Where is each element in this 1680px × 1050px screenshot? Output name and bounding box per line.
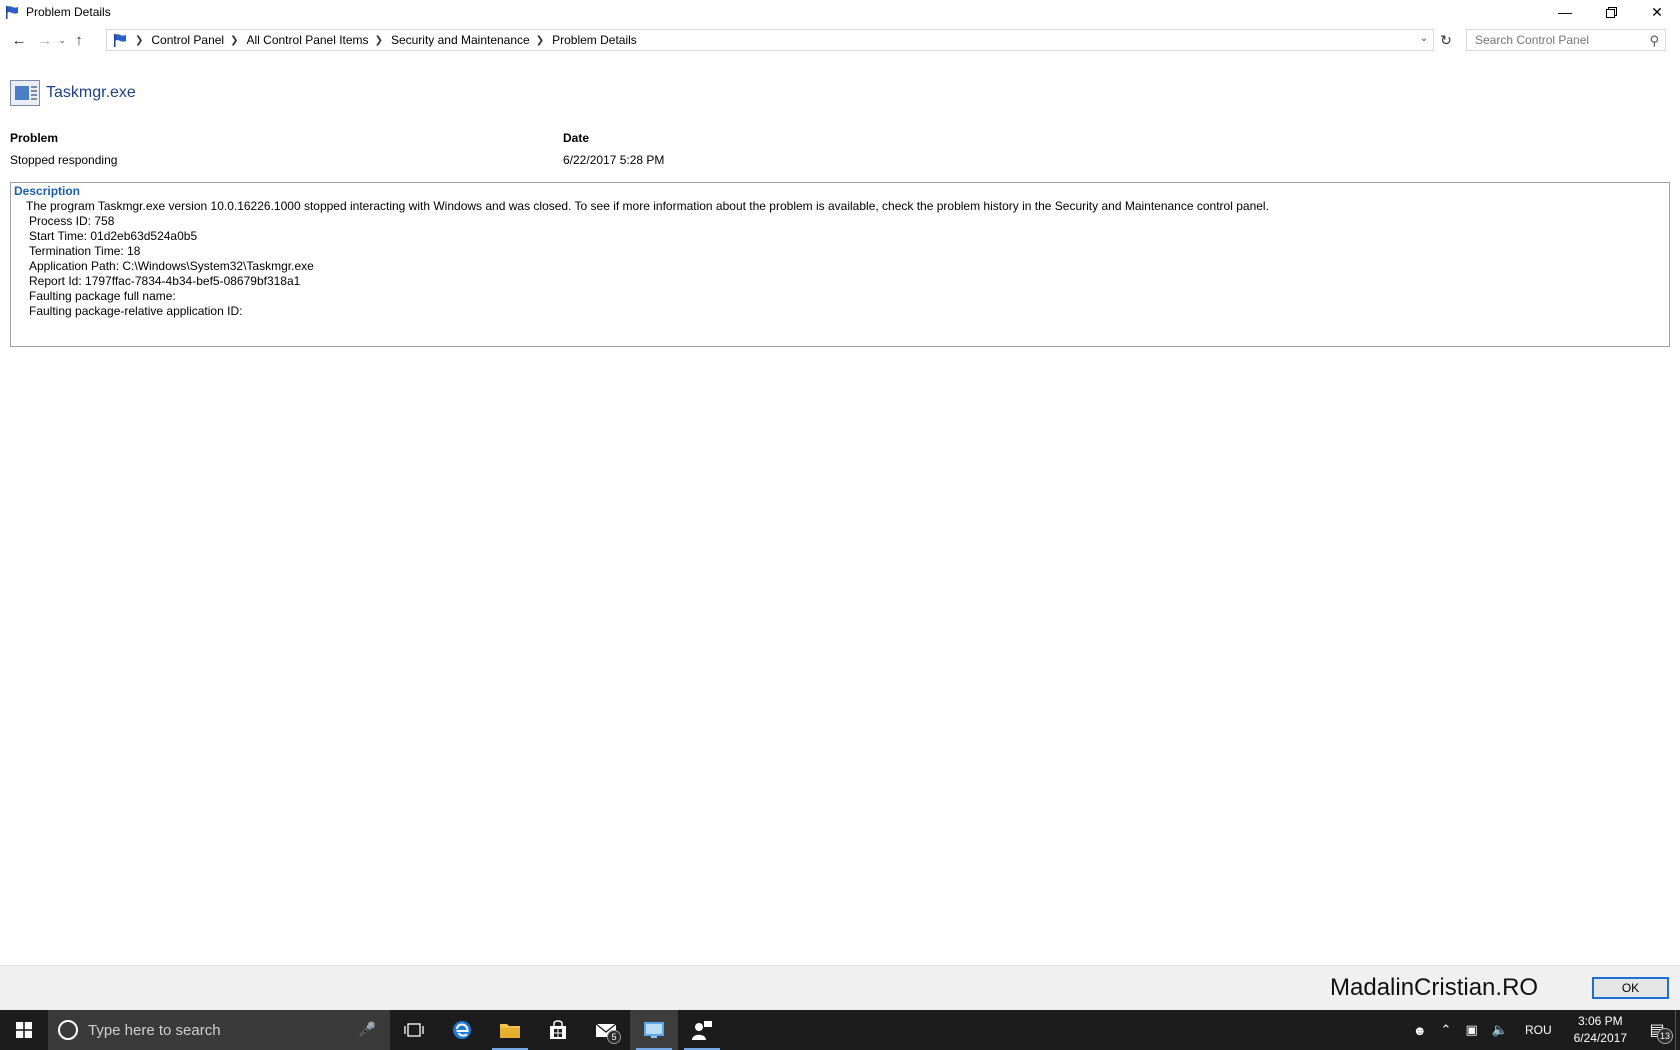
search-input[interactable]	[1475, 33, 1645, 47]
address-bar[interactable]: ❯ Control Panel ❯ All Control Panel Item…	[106, 29, 1434, 51]
detail-termination-time: Termination Time: 18	[29, 244, 141, 258]
address-dropdown-button[interactable]: ⌄	[1417, 33, 1431, 44]
application-icon	[10, 80, 40, 106]
window-controls: — ✕	[1542, 0, 1680, 24]
input-language[interactable]: ROU	[1525, 1023, 1552, 1037]
chevron-down-icon: ⌄	[58, 34, 66, 45]
dialog-footer: MadalinCristian.RO OK	[0, 965, 1680, 1010]
control-panel-button[interactable]	[630, 1010, 678, 1050]
watermark-text: MadalinCristian.RO	[1330, 974, 1539, 1001]
cortana-icon	[58, 1020, 78, 1040]
action-center-button[interactable]: ▤ 13	[1639, 1010, 1675, 1050]
control-panel-icon	[644, 1022, 664, 1038]
restore-button[interactable]	[1588, 0, 1634, 24]
description-summary: The program Taskmgr.exe version 10.0.162…	[26, 199, 1269, 213]
clock-time: 3:06 PM	[1577, 1014, 1623, 1028]
forward-button[interactable]: →	[34, 29, 56, 51]
taskbar-search[interactable]: Type here to search 🎤	[48, 1010, 390, 1050]
chevron-right-icon[interactable]: ❯	[536, 35, 544, 46]
description-title: Description	[14, 184, 81, 198]
title-bar: Problem Details — ✕	[0, 0, 1680, 24]
close-icon: ✕	[1651, 3, 1663, 20]
system-tray: ☻ ⌃ ▣ 🔈 ROU 3:06 PM 6/24/2017 ▤ 13	[1406, 1010, 1680, 1050]
minimize-button[interactable]: —	[1542, 0, 1588, 24]
detail-package-full-name: Faulting package full name:	[29, 289, 176, 303]
chevron-down-icon: ⌄	[1419, 33, 1429, 44]
show-desktop-button[interactable]	[1675, 1010, 1680, 1050]
store-bag-icon	[550, 1020, 566, 1039]
mail-badge: 5	[607, 1030, 621, 1044]
edge-button[interactable]	[438, 1010, 486, 1050]
flag-icon	[111, 31, 129, 49]
clock-date: 6/24/2017	[1573, 1031, 1627, 1045]
breadcrumb-problem-details[interactable]: Problem Details	[552, 33, 637, 47]
file-explorer-button[interactable]	[486, 1010, 534, 1050]
minimize-icon: —	[1558, 4, 1572, 20]
app-name: Taskmgr.exe	[46, 84, 136, 101]
detail-process-id: Process ID: 758	[29, 214, 115, 228]
folder-icon	[500, 1024, 520, 1038]
volume-icon[interactable]: 🔈	[1492, 1022, 1508, 1038]
flag-icon	[4, 4, 20, 20]
up-button[interactable]: ↑	[68, 29, 90, 51]
problem-value: Stopped responding	[10, 153, 118, 167]
refresh-icon: ↻	[1440, 31, 1452, 48]
chevron-up-icon[interactable]: ⌃	[1441, 1022, 1452, 1038]
clock[interactable]: 3:06 PM 6/24/2017	[1574, 1013, 1627, 1047]
description-box: Description The program Taskmgr.exe vers…	[10, 182, 1670, 347]
detail-report-id: Report Id: 1797ffac-7834-4b34-bef5-08679…	[29, 274, 301, 288]
mail-button[interactable]: 5	[582, 1010, 630, 1050]
breadcrumb-all-items[interactable]: All Control Panel Items	[247, 33, 369, 47]
network-icon[interactable]: ▣	[1465, 1022, 1477, 1038]
notification-count: 13	[1657, 1028, 1673, 1044]
chevron-right-icon[interactable]: ❯	[375, 35, 383, 46]
problem-label: Problem	[10, 131, 59, 145]
arrow-up-icon: ↑	[75, 31, 83, 49]
windows-logo-icon	[16, 1022, 32, 1038]
ok-button[interactable]: OK	[1592, 977, 1669, 999]
app-header: Taskmgr.exe	[10, 80, 136, 106]
back-button[interactable]: ←	[8, 29, 30, 51]
microphone-icon[interactable]: 🎤	[359, 1021, 376, 1038]
arrow-right-icon: →	[37, 31, 53, 49]
refresh-button[interactable]: ↻	[1436, 29, 1456, 51]
date-label: Date	[563, 131, 590, 145]
store-button[interactable]	[534, 1010, 582, 1050]
taskbar: Type here to search 🎤 5 ☻ ⌃ ▣ 🔈 ROU 3:06…	[0, 1010, 1680, 1050]
taskbar-search-placeholder: Type here to search	[88, 1021, 221, 1039]
people-feedback-icon	[692, 1021, 712, 1040]
search-icon[interactable]: ⚲	[1649, 33, 1659, 49]
navigation-bar: ← → ⌄ ↑ ❯ Control Panel ❯ All Control Pa…	[0, 27, 1680, 53]
restore-icon	[1605, 6, 1617, 18]
detail-package-app-id: Faulting package-relative application ID…	[29, 304, 243, 318]
breadcrumb-security-maintenance[interactable]: Security and Maintenance	[391, 33, 530, 47]
arrow-left-icon: ←	[11, 31, 27, 49]
detail-start-time: Start Time: 01d2eb63d524a0b5	[29, 229, 198, 243]
window-title: Problem Details	[26, 5, 111, 19]
close-button[interactable]: ✕	[1634, 0, 1680, 24]
edge-icon	[453, 1021, 471, 1039]
chevron-right-icon: ❯	[135, 34, 144, 46]
task-view-button[interactable]	[390, 1010, 438, 1050]
task-view-icon	[404, 1023, 424, 1037]
breadcrumb-control-panel[interactable]: Control Panel	[151, 33, 224, 47]
problem-reports-button[interactable]	[678, 1010, 726, 1050]
start-button[interactable]	[0, 1010, 48, 1050]
search-box[interactable]: ⚲	[1466, 29, 1666, 51]
people-icon[interactable]: ☻	[1413, 1023, 1427, 1038]
detail-application-path: Application Path: C:\Windows\System32\Ta…	[29, 259, 314, 273]
chevron-right-icon[interactable]: ❯	[230, 35, 238, 46]
date-value: 6/22/2017 5:28 PM	[563, 153, 665, 167]
recent-locations-button[interactable]: ⌄	[56, 35, 68, 46]
